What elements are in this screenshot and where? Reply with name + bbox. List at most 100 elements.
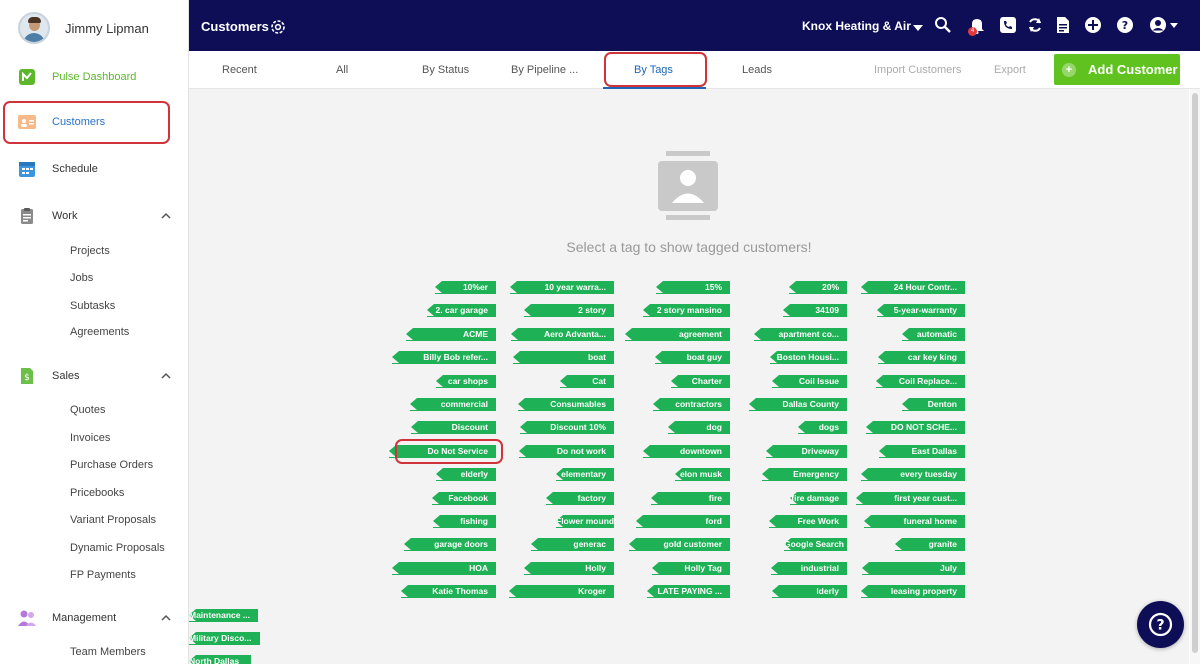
tag-chip[interactable]: 10%er — [435, 281, 496, 294]
tag-chip[interactable]: apartment co... — [754, 328, 847, 341]
tag-chip[interactable]: car shops — [436, 375, 496, 388]
tag-chip[interactable]: ford — [636, 515, 730, 528]
tag-chip[interactable]: Coil Replace... — [876, 375, 965, 388]
tag-chip[interactable]: Cat — [560, 375, 614, 388]
tag-chip[interactable]: dogs — [798, 421, 847, 434]
tag-chip[interactable]: East Dallas — [879, 445, 965, 458]
tag-chip[interactable]: fire damage — [790, 492, 847, 505]
sidebar-item-pulse-dashboard[interactable]: Pulse Dashboard — [0, 59, 188, 95]
tag-chip[interactable]: DO NOT SCHE... — [866, 421, 965, 434]
sidebar-item-sales[interactable]: $ Sales — [0, 358, 188, 394]
tag-chip[interactable]: Maintenance ... — [189, 609, 258, 622]
add-circle-icon[interactable] — [1084, 16, 1102, 34]
sidebar-subitem-quotes[interactable]: Quotes — [70, 404, 105, 416]
tag-chip[interactable]: industrial — [771, 562, 847, 575]
scrollbar-thumb[interactable] — [1192, 93, 1198, 653]
sidebar-subitem-dynamic-proposals[interactable]: Dynamic Proposals — [70, 542, 165, 554]
tag-chip[interactable]: elderly — [436, 468, 496, 481]
tag-chip[interactable]: boat — [513, 351, 614, 364]
tag-chip[interactable]: garage doors — [404, 538, 496, 551]
tag-chip[interactable]: dog — [668, 421, 730, 434]
tag-chip[interactable]: 2. car garage — [427, 304, 496, 317]
help-chat-button[interactable]: ? — [1137, 601, 1184, 648]
tag-chip[interactable]: elon musk — [675, 468, 730, 481]
add-customer-button[interactable]: + Add Customer — [1054, 54, 1180, 85]
tag-chip[interactable]: Aero Advanta... — [511, 328, 614, 341]
tag-chip[interactable]: 10 year warra... — [510, 281, 614, 294]
company-dropdown-icon[interactable] — [913, 25, 923, 31]
sidebar-subitem-subtasks[interactable]: Subtasks — [70, 300, 115, 312]
sidebar-subitem-team-members[interactable]: Team Members — [70, 646, 146, 658]
tag-chip[interactable]: funeral home — [864, 515, 965, 528]
tag-chip[interactable]: Boston Housi... — [770, 351, 847, 364]
sidebar-item-work[interactable]: Work — [0, 198, 188, 234]
tag-chip[interactable]: Holly — [524, 562, 614, 575]
sidebar-subitem-jobs[interactable]: Jobs — [70, 272, 93, 284]
tag-chip[interactable]: leasing property — [861, 585, 965, 598]
chevron-up-icon[interactable] — [160, 612, 172, 624]
company-name[interactable]: Knox Heating & Air — [802, 19, 911, 33]
sidebar-subitem-fp-payments[interactable]: FP Payments — [70, 569, 136, 581]
search-icon[interactable] — [934, 16, 952, 34]
tag-chip[interactable]: Military Disco... — [189, 632, 260, 645]
tag-chip[interactable]: Billy Bob refer... — [392, 351, 496, 364]
tag-chip[interactable]: Flower mound — [556, 515, 614, 528]
tag-chip[interactable]: downtown — [643, 445, 730, 458]
tag-chip[interactable]: lderly — [772, 585, 847, 598]
sidebar-item-schedule[interactable]: Schedule — [0, 151, 188, 187]
tag-chip[interactable]: Consumables — [518, 398, 614, 411]
tag-chip[interactable]: factory — [546, 492, 614, 505]
user-profile[interactable]: Jimmy Lipman — [18, 11, 149, 45]
tag-chip[interactable]: Driveway — [766, 445, 847, 458]
sidebar-subitem-agreements[interactable]: Agreements — [70, 326, 129, 338]
tag-chip[interactable]: Do not work — [519, 445, 614, 458]
tag-chip[interactable]: elementary — [556, 468, 614, 481]
document-icon[interactable] — [1054, 16, 1072, 34]
sidebar-subitem-projects[interactable]: Projects — [70, 245, 110, 257]
tag-chip[interactable]: July — [862, 562, 965, 575]
tag-chip[interactable]: 24 Hour Contr... — [861, 281, 965, 294]
tag-chip[interactable]: Facebook — [432, 492, 496, 505]
chevron-up-icon[interactable] — [160, 210, 172, 222]
tag-chip[interactable]: Katie Thomas — [401, 585, 496, 598]
tag-chip[interactable]: Discount — [411, 421, 496, 434]
tag-chip[interactable]: 34109 — [783, 304, 847, 317]
help-icon[interactable]: ? — [1116, 16, 1134, 34]
tag-chip[interactable]: Free Work — [769, 515, 847, 528]
import-customers-link[interactable]: Import Customers — [874, 64, 961, 76]
tag-chip[interactable]: North Dallas — [189, 655, 248, 664]
tag-chip[interactable]: Coil Issue — [772, 375, 847, 388]
tag-chip[interactable]: Denton — [902, 398, 965, 411]
tag-chip[interactable]: agreement — [625, 328, 730, 341]
sidebar-subitem-pricebooks[interactable]: Pricebooks — [70, 487, 124, 499]
account-icon[interactable] — [1149, 16, 1167, 34]
tag-chip[interactable]: ACME — [406, 328, 496, 341]
tag-chip[interactable]: 2 story — [524, 304, 614, 317]
content-scrollbar[interactable] — [1190, 89, 1200, 664]
tag-chip[interactable]: Dallas County — [749, 398, 847, 411]
tag-chip[interactable]: 20% — [789, 281, 847, 294]
gear-icon[interactable] — [269, 18, 287, 36]
tag-chip[interactable]: HOA — [392, 562, 496, 575]
tag-chip[interactable]: fire — [651, 492, 730, 505]
tag-chip[interactable]: gold customer — [629, 538, 730, 551]
sidebar-subitem-purchase-orders[interactable]: Purchase Orders — [70, 459, 153, 471]
sidebar-item-management[interactable]: Management — [0, 600, 188, 636]
tab-by-status[interactable]: By Status — [422, 64, 469, 76]
tag-chip[interactable]: generac — [531, 538, 614, 551]
tab-all[interactable]: All — [336, 64, 348, 76]
tag-chip[interactable]: Discount 10% — [520, 421, 614, 434]
tag-chip[interactable]: Kroger — [509, 585, 614, 598]
tag-chip[interactable]: Holly Tag — [652, 562, 730, 575]
tab-recent[interactable]: Recent — [222, 64, 257, 76]
tag-chip[interactable]: Emergency — [762, 468, 847, 481]
sync-icon[interactable] — [1026, 16, 1044, 34]
tag-chip[interactable]: contractors — [653, 398, 730, 411]
account-dropdown-icon[interactable] — [1170, 23, 1178, 28]
tag-chip[interactable]: boat guy — [655, 351, 730, 364]
tag-chip[interactable]: car key king — [878, 351, 965, 364]
export-link[interactable]: Export — [994, 64, 1026, 76]
tag-chip[interactable]: fishing — [433, 515, 496, 528]
tag-chip[interactable]: 5-year-warranty — [877, 304, 965, 317]
tag-chip[interactable]: Google Search — [784, 538, 847, 551]
